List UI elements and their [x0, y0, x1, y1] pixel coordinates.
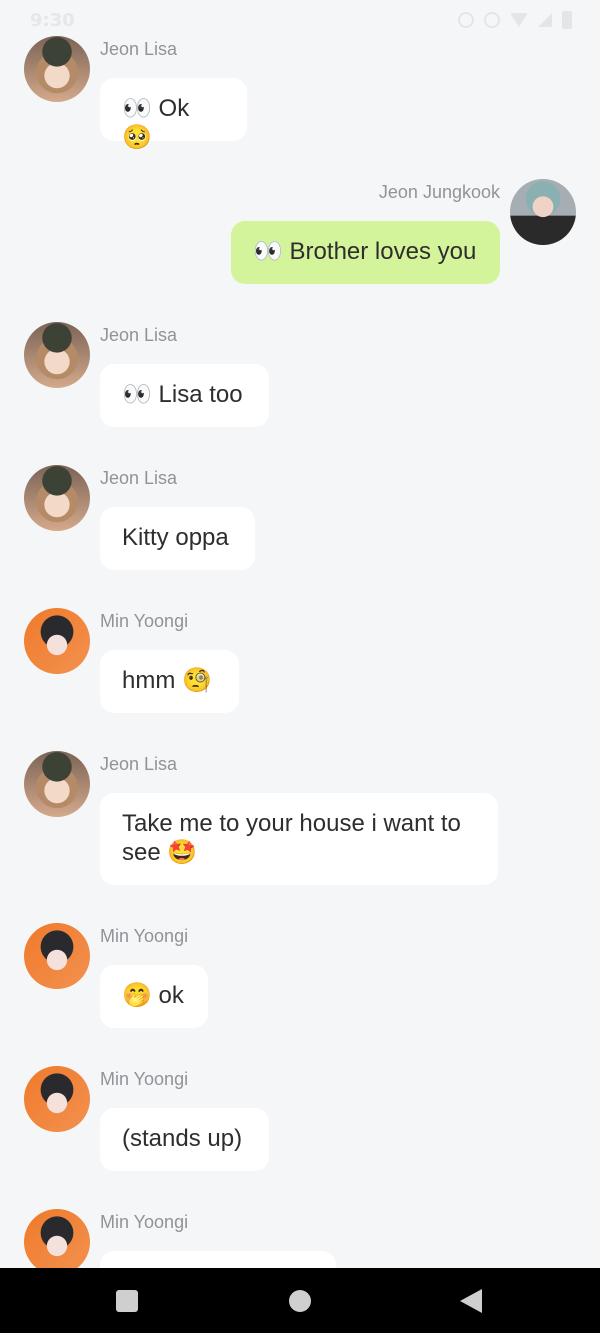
avatar-min-yoongi[interactable] [24, 1066, 90, 1132]
status-bar: 9:30 [0, 0, 600, 40]
sender-name: Jeon Jungkook [378, 182, 500, 202]
avatar-jeon-lisa[interactable] [24, 751, 90, 817]
avatar-jeon-lisa[interactable] [24, 465, 90, 531]
avatar-jeon-lisa[interactable] [24, 36, 90, 102]
message-bubble[interactable]: 👀 Lisa too [100, 364, 269, 427]
call-icon [484, 12, 500, 28]
message-bubble[interactable]: Take me to your house i want to see 🤩 [100, 793, 498, 885]
message-bubble[interactable]: (stands up) [100, 1108, 269, 1171]
message-bubble[interactable]: 👀 Brother loves you [231, 221, 500, 284]
back-icon[interactable] [460, 1289, 482, 1313]
avatar-min-yoongi[interactable] [24, 608, 90, 674]
avatar-jeon-jungkook[interactable] [510, 179, 576, 245]
status-icons [458, 11, 572, 29]
sender-name: Jeon Lisa [100, 468, 178, 488]
message-bubble[interactable]: 🤭 ok [100, 965, 208, 1028]
battery-icon [562, 11, 572, 29]
navigation-bar [0, 1268, 600, 1333]
message-bubble[interactable]: 👀 Ok 🥺 [100, 78, 247, 151]
message-bubble[interactable]: hmm 🧐 [100, 650, 239, 713]
avatar-jeon-lisa[interactable] [24, 322, 90, 388]
home-icon[interactable] [289, 1290, 311, 1312]
sender-name: Min Yoongi [100, 611, 189, 631]
recents-icon[interactable] [116, 1290, 138, 1312]
status-time: 9:30 [30, 10, 75, 31]
avatar-min-yoongi[interactable] [24, 1209, 90, 1275]
signal-icon [538, 13, 552, 27]
alarm-icon [458, 12, 474, 28]
chat-screen: 9:30 Jeon Lisa 👀 Ok 🥺 Jeon Jungkook 👀 Br… [0, 0, 600, 1333]
sender-name: Min Yoongi [100, 926, 189, 946]
sender-name: Jeon Lisa [100, 39, 178, 59]
sender-name: Jeon Lisa [100, 325, 178, 345]
message-bubble[interactable]: Kitty oppa [100, 507, 255, 570]
avatar-min-yoongi[interactable] [24, 923, 90, 989]
sender-name: Jeon Lisa [100, 754, 178, 774]
sender-name: Min Yoongi [100, 1069, 189, 1089]
wifi-icon [510, 13, 528, 27]
sender-name: Min Yoongi [100, 1212, 189, 1232]
